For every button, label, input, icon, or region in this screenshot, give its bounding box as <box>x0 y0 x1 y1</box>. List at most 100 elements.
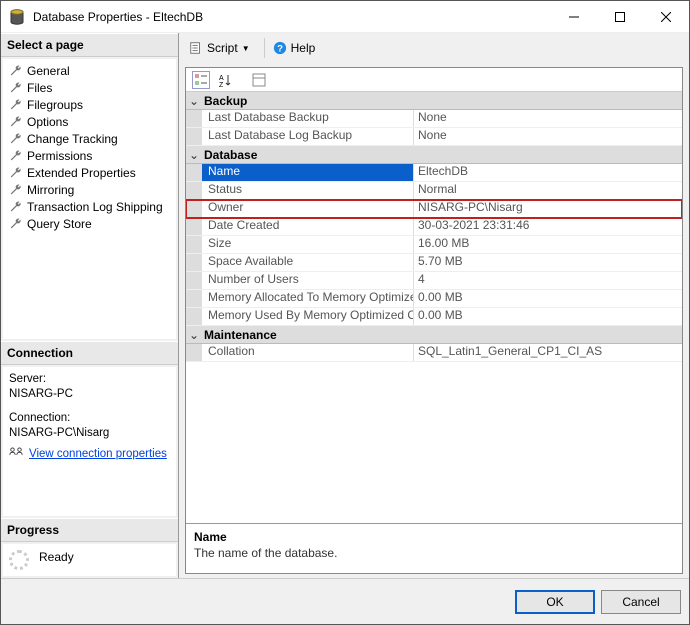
view-connection-properties-link[interactable]: View connection properties <box>29 448 167 460</box>
property-name: Status <box>202 182 414 199</box>
property-grid-area: AZ ⌄BackupLast Database BackupNoneLast D… <box>185 67 683 574</box>
page-item-general[interactable]: General <box>6 62 173 79</box>
property-name: Number of Users <box>202 272 414 289</box>
property-value: 4 <box>414 272 682 289</box>
property-value: 30-03-2021 23:31:46 <box>414 218 682 235</box>
maximize-button[interactable] <box>597 1 643 33</box>
property-row[interactable]: CollationSQL_Latin1_General_CP1_CI_AS <box>186 344 682 362</box>
property-row[interactable]: Space Available5.70 MB <box>186 254 682 272</box>
svg-text:A: A <box>219 75 224 82</box>
property-value: 0.00 MB <box>414 290 682 307</box>
page-item-label: Extended Properties <box>27 166 136 180</box>
property-value: None <box>414 110 682 127</box>
property-row[interactable]: Last Database BackupNone <box>186 110 682 128</box>
wrench-icon <box>9 115 23 129</box>
wrench-icon <box>9 98 23 112</box>
property-desc-name: Name <box>194 530 674 544</box>
wrench-icon <box>9 132 23 146</box>
help-icon: ? <box>273 41 287 55</box>
svg-text:Z: Z <box>219 82 224 87</box>
left-panel: Select a page General FilesFilegroups Opti… <box>1 33 179 578</box>
property-row[interactable]: NameEltechDB <box>186 164 682 182</box>
cancel-button[interactable]: Cancel <box>601 590 681 614</box>
connection-label: Connection: <box>9 412 170 424</box>
page-item-options[interactable]: Options <box>6 113 173 130</box>
property-name: Last Database Log Backup <box>202 128 414 145</box>
wrench-icon <box>9 183 23 197</box>
page-item-extended-properties[interactable]: Extended Properties <box>6 164 173 181</box>
server-value: NISARG-PC <box>9 388 170 400</box>
page-item-query-store[interactable]: Query Store <box>6 215 173 232</box>
server-label: Server: <box>9 373 170 385</box>
page-item-label: Mirroring <box>27 183 74 197</box>
connection-box: Server: NISARG-PC Connection: NISARG-PC\… <box>3 367 176 516</box>
connection-value: NISARG-PC\Nisarg <box>9 427 170 439</box>
help-button[interactable]: ? Help <box>269 39 320 57</box>
property-value: NISARG-PC\Nisarg <box>414 200 682 217</box>
property-value: EltechDB <box>414 164 682 181</box>
property-name: Last Database Backup <box>202 110 414 127</box>
ok-button[interactable]: OK <box>515 590 595 614</box>
minimize-button[interactable] <box>551 1 597 33</box>
wrench-icon <box>9 81 23 95</box>
wrench-icon <box>9 200 23 214</box>
property-toolbar: AZ <box>186 68 682 92</box>
wrench-icon <box>9 217 23 231</box>
chevron-down-icon: ▼ <box>242 44 250 53</box>
content: Select a page General FilesFilegroups Opti… <box>1 33 689 578</box>
page-item-transaction-log-shipping[interactable]: Transaction Log Shipping <box>6 198 173 215</box>
property-row[interactable]: Memory Allocated To Memory Optimized Obj… <box>186 290 682 308</box>
categorized-button[interactable] <box>192 71 210 89</box>
caret-icon: ⌄ <box>186 328 202 342</box>
progress-status: Ready <box>39 550 74 564</box>
page-item-mirroring[interactable]: Mirroring <box>6 181 173 198</box>
property-grid[interactable]: ⌄BackupLast Database BackupNoneLast Data… <box>186 92 682 523</box>
property-value: 5.70 MB <box>414 254 682 271</box>
page-item-filegroups[interactable]: Filegroups <box>6 96 173 113</box>
property-value: 0.00 MB <box>414 308 682 325</box>
caret-icon: ⌄ <box>186 148 202 162</box>
property-value: 16.00 MB <box>414 236 682 253</box>
property-name: Name <box>202 164 414 181</box>
progress-spinner-icon <box>9 550 29 570</box>
category-database[interactable]: ⌄Database <box>186 146 682 164</box>
connection-icon <box>9 447 23 461</box>
alphabetical-button[interactable]: AZ <box>216 71 234 89</box>
category-label: Backup <box>202 94 247 108</box>
property-row[interactable]: Last Database Log BackupNone <box>186 128 682 146</box>
category-maintenance[interactable]: ⌄Maintenance <box>186 326 682 344</box>
property-desc-text: The name of the database. <box>194 546 674 560</box>
property-row[interactable]: OwnerNISARG-PC\Nisarg <box>186 200 682 218</box>
category-label: Database <box>202 148 257 162</box>
page-item-label: Transaction Log Shipping <box>27 200 163 214</box>
page-item-permissions[interactable]: Permissions <box>6 147 173 164</box>
property-pages-button[interactable] <box>250 71 268 89</box>
page-item-label: Options <box>27 115 68 129</box>
property-row[interactable]: Date Created30-03-2021 23:31:46 <box>186 218 682 236</box>
property-value: SQL_Latin1_General_CP1_CI_AS <box>414 344 682 361</box>
database-icon <box>9 9 25 25</box>
close-button[interactable] <box>643 1 689 33</box>
script-button[interactable]: Script ▼ <box>185 39 254 57</box>
svg-text:?: ? <box>277 44 283 55</box>
progress-header: Progress <box>1 518 178 542</box>
page-item-label: Files <box>27 81 52 95</box>
script-icon <box>189 41 203 55</box>
select-page-header: Select a page <box>1 33 178 57</box>
property-name: Size <box>202 236 414 253</box>
property-name: Memory Used By Memory Optimized Objects <box>202 308 414 325</box>
page-item-files[interactable]: Files <box>6 79 173 96</box>
property-name: Date Created <box>202 218 414 235</box>
page-item-change-tracking[interactable]: Change Tracking <box>6 130 173 147</box>
property-description: Name The name of the database. <box>186 523 682 573</box>
toolbar-divider <box>264 38 265 58</box>
page-item-label: Permissions <box>27 149 92 163</box>
property-row[interactable]: StatusNormal <box>186 182 682 200</box>
property-row[interactable]: Size16.00 MB <box>186 236 682 254</box>
category-backup[interactable]: ⌄Backup <box>186 92 682 110</box>
right-panel: Script ▼ ? Help AZ <box>179 33 689 578</box>
property-value: Normal <box>414 182 682 199</box>
property-row[interactable]: Memory Used By Memory Optimized Objects0… <box>186 308 682 326</box>
connection-header: Connection <box>1 341 178 365</box>
property-row[interactable]: Number of Users4 <box>186 272 682 290</box>
